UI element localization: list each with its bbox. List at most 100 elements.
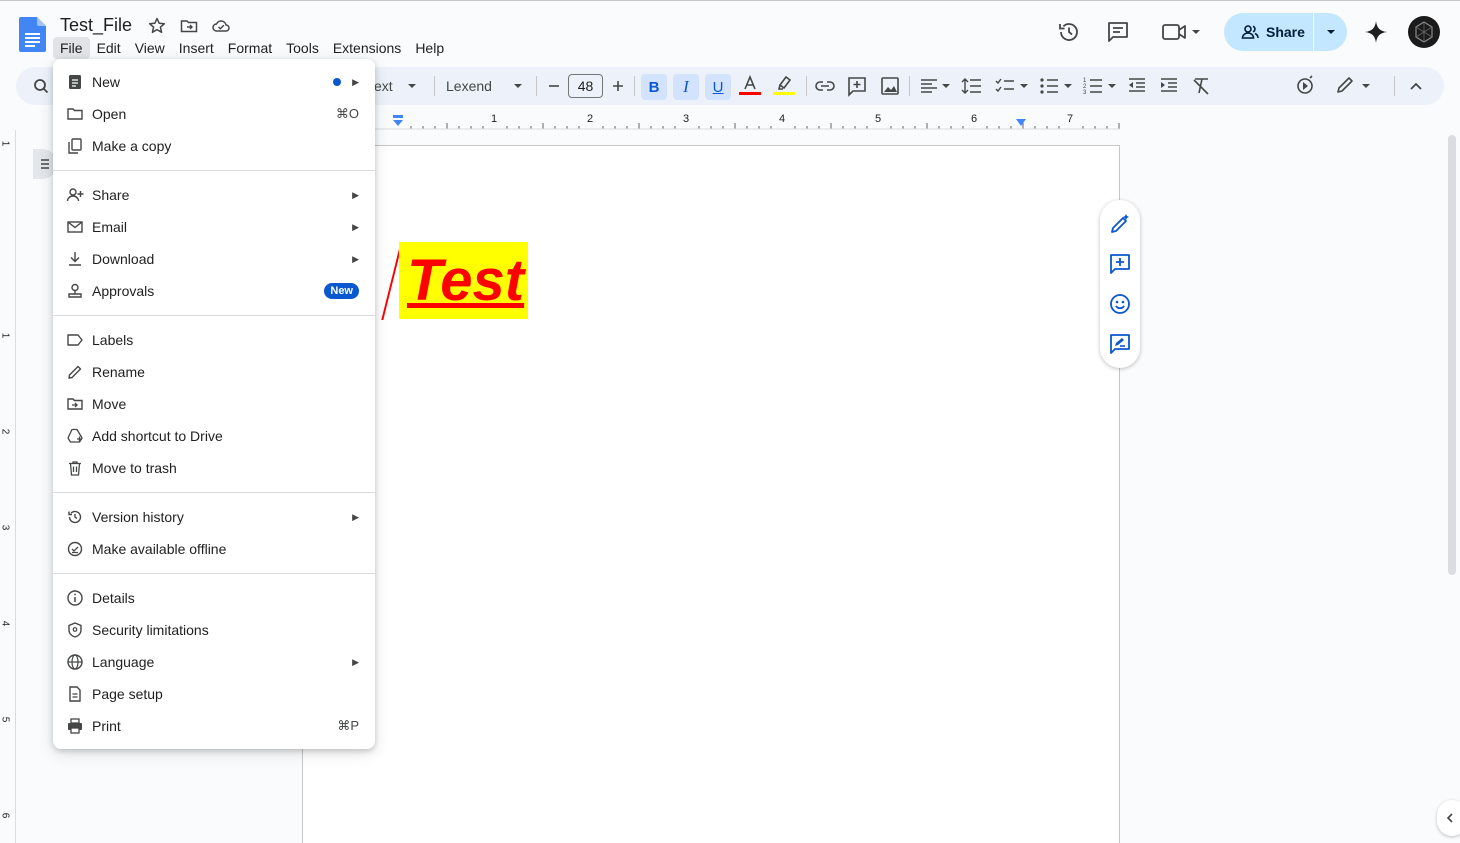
chevron-left-icon: [1446, 813, 1453, 823]
submenu-arrow-icon: ▶: [352, 189, 359, 200]
file-menu-page-setup[interactable]: Page setup: [53, 678, 375, 710]
bulleted-list-icon[interactable]: [1038, 67, 1076, 105]
align-left-icon[interactable]: [918, 67, 952, 105]
file-menu-label: Details: [92, 590, 135, 606]
document-text[interactable]: Test: [407, 248, 524, 313]
search-menus-icon[interactable]: [32, 67, 50, 105]
vruler-number: 1: [0, 140, 11, 147]
add-comment-icon[interactable]: [1108, 252, 1132, 276]
file-menu-new[interactable]: New ▶: [53, 66, 375, 98]
share-label: Share: [1266, 24, 1305, 40]
toolbar-divider: [434, 76, 435, 96]
file-menu-download[interactable]: Download ▶: [53, 243, 375, 275]
menu-extensions[interactable]: Extensions: [326, 37, 408, 59]
docs-logo-icon[interactable]: [19, 17, 46, 52]
selected-text-highlight: Test: [399, 242, 529, 319]
document-title[interactable]: Test_File: [60, 15, 132, 36]
share-button[interactable]: Share: [1224, 13, 1347, 51]
toolbar-divider: [1394, 76, 1395, 96]
increase-font-size-icon[interactable]: [610, 67, 626, 105]
file-menu-add-shortcut[interactable]: Add shortcut to Drive: [53, 420, 375, 452]
file-menu-language[interactable]: Language ▶: [53, 646, 375, 678]
menu-file[interactable]: File: [53, 37, 90, 59]
bold-button[interactable]: B: [641, 74, 667, 100]
file-menu-email[interactable]: Email ▶: [53, 211, 375, 243]
collapse-menus-icon[interactable]: [1406, 67, 1426, 105]
file-menu-share[interactable]: Share ▶: [53, 179, 375, 211]
cloud-saved-icon[interactable]: [211, 16, 231, 36]
people-icon: [1241, 25, 1259, 39]
help-me-write-icon[interactable]: [1108, 212, 1132, 236]
file-menu-make-copy[interactable]: Make a copy: [53, 130, 375, 162]
file-menu-details[interactable]: Details: [53, 582, 375, 614]
file-menu-rename[interactable]: Rename: [53, 356, 375, 388]
left-indent-marker-icon[interactable]: [392, 115, 404, 127]
file-menu-approvals[interactable]: Approvals New: [53, 275, 375, 307]
file-menu-label: Language: [92, 654, 155, 670]
person-add-icon: [66, 188, 84, 202]
file-menu-move-to-trash[interactable]: Move to trash: [53, 452, 375, 484]
show-side-panel-button[interactable]: [1437, 800, 1460, 836]
menu-insert[interactable]: Insert: [172, 37, 221, 59]
right-indent-marker-icon[interactable]: [1015, 119, 1027, 127]
font-label: Lexend: [446, 78, 492, 94]
document-page[interactable]: Test: [302, 145, 1120, 843]
vertical-ruler[interactable]: 1 1 2 3 4 5 6: [0, 130, 16, 843]
ruler-number: 1: [491, 113, 498, 125]
version-history-icon[interactable]: [1056, 19, 1082, 45]
side-action-panel: [1100, 200, 1140, 368]
add-comment-icon[interactable]: [846, 67, 868, 105]
mail-icon: [67, 221, 83, 233]
line-spacing-icon[interactable]: [960, 67, 984, 105]
file-menu-security-limitations[interactable]: Security limitations: [53, 614, 375, 646]
emoji-reaction-icon[interactable]: [1108, 292, 1132, 316]
menu-help[interactable]: Help: [408, 37, 451, 59]
submenu-arrow-icon: ▶: [352, 511, 359, 522]
insert-image-icon[interactable]: [879, 67, 901, 105]
file-menu-label: Make a copy: [92, 138, 172, 154]
ruler-number: 6: [971, 113, 978, 125]
italic-button[interactable]: I: [673, 74, 699, 100]
decrease-indent-icon[interactable]: [1126, 67, 1148, 105]
new-badge: New: [324, 283, 359, 299]
file-menu-offline[interactable]: Make available offline: [53, 533, 375, 565]
checklist-icon[interactable]: [994, 67, 1032, 105]
move-folder-icon[interactable]: [179, 16, 199, 36]
share-main-button[interactable]: Share: [1224, 13, 1314, 51]
file-menu-move[interactable]: Move: [53, 388, 375, 420]
increase-indent-icon[interactable]: [1158, 67, 1180, 105]
star-icon[interactable]: [147, 16, 167, 36]
text-color-icon[interactable]: [737, 67, 763, 105]
file-menu-version-history[interactable]: Version history ▶: [53, 501, 375, 533]
menu-tools[interactable]: Tools: [279, 37, 326, 59]
menu-edit[interactable]: Edit: [90, 37, 128, 59]
share-dropdown-button[interactable]: [1314, 13, 1347, 51]
file-menu-print[interactable]: Print ⌘P: [53, 710, 375, 742]
numbered-list-icon[interactable]: 1 2 3: [1082, 67, 1120, 105]
file-menu-label: Version history: [92, 509, 184, 525]
file-menu-labels[interactable]: Labels: [53, 324, 375, 356]
editing-mode-icon[interactable]: [1334, 67, 1374, 105]
underline-button[interactable]: U: [705, 74, 731, 100]
vertical-scrollbar[interactable]: [1448, 135, 1456, 575]
smart-chips-icon[interactable]: [1294, 67, 1316, 105]
link-icon[interactable]: [814, 67, 836, 105]
file-menu-open[interactable]: Open ⌘O: [53, 98, 375, 130]
suggest-edits-icon[interactable]: [1108, 332, 1132, 356]
font-size-input[interactable]: 48: [568, 74, 603, 98]
clear-formatting-icon[interactable]: [1190, 67, 1212, 105]
label-icon: [67, 334, 83, 346]
account-avatar[interactable]: [1408, 16, 1440, 48]
menu-format[interactable]: Format: [221, 37, 279, 59]
highlight-color-icon[interactable]: [771, 67, 797, 105]
google-docs-window: Test_File File Edit View Insert Format T…: [0, 0, 1460, 843]
file-menu-label: Move: [92, 396, 127, 412]
decrease-font-size-icon[interactable]: [546, 67, 562, 105]
meet-icon[interactable]: [1160, 19, 1206, 45]
menu-bar: File Edit View Insert Format Tools Exten…: [53, 37, 451, 59]
horizontal-ruler[interactable]: 1 2 3 4 5 6 7: [375, 112, 1120, 130]
gemini-sparkle-icon[interactable]: [1363, 19, 1389, 45]
comments-icon[interactable]: [1105, 19, 1131, 45]
menu-divider: [53, 170, 375, 171]
menu-view[interactable]: View: [128, 37, 172, 59]
